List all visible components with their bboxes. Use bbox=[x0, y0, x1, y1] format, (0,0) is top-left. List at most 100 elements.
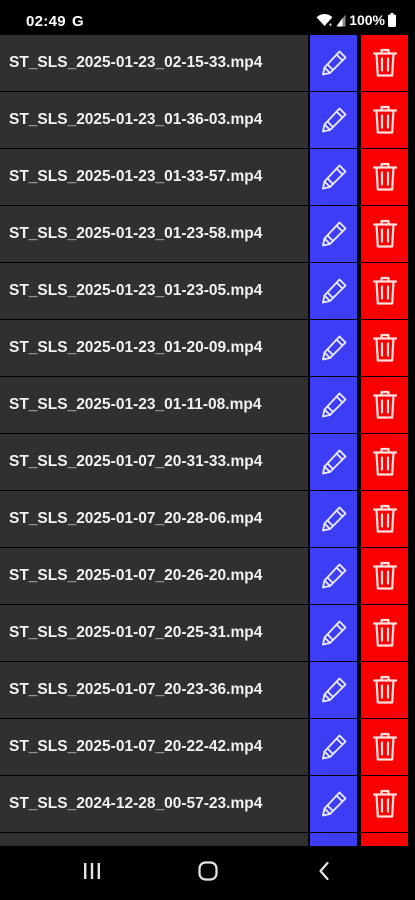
file-list[interactable]: ST_SLS_2025-01-23_02-15-33.mp4 ST_SLS_202… bbox=[0, 35, 415, 846]
pencil-icon bbox=[318, 161, 350, 193]
status-time: 02:49 bbox=[26, 13, 66, 30]
wifi-icon: + bbox=[316, 13, 333, 27]
file-row[interactable]: ST_SLS_2025-01-23_01-23-05.mp4 bbox=[0, 263, 415, 320]
delete-button[interactable] bbox=[361, 605, 408, 661]
delete-button[interactable] bbox=[361, 320, 408, 376]
delete-button[interactable] bbox=[361, 377, 408, 433]
edit-button[interactable] bbox=[310, 719, 357, 775]
file-name[interactable]: ST_SLS_2024-12-28_00-57-23.mp4 bbox=[0, 776, 308, 832]
pencil-icon bbox=[318, 332, 350, 364]
file-row[interactable] bbox=[0, 833, 415, 846]
delete-button[interactable] bbox=[361, 491, 408, 547]
edit-button[interactable] bbox=[310, 662, 357, 718]
file-name[interactable]: ST_SLS_2025-01-23_01-33-57.mp4 bbox=[0, 149, 308, 205]
file-name[interactable]: ST_SLS_2025-01-23_01-20-09.mp4 bbox=[0, 320, 308, 376]
trash-icon bbox=[372, 162, 398, 192]
pencil-icon bbox=[318, 104, 350, 136]
trash-icon bbox=[372, 219, 398, 249]
pencil-icon bbox=[318, 47, 350, 79]
pencil-icon bbox=[318, 218, 350, 250]
file-row[interactable]: ST_SLS_2025-01-23_01-23-58.mp4 bbox=[0, 206, 415, 263]
recents-icon bbox=[82, 862, 102, 885]
recents-button[interactable] bbox=[62, 846, 122, 900]
edit-button[interactable] bbox=[310, 491, 357, 547]
trash-icon bbox=[372, 390, 398, 420]
file-row[interactable]: ST_SLS_2025-01-23_01-11-08.mp4 bbox=[0, 377, 415, 434]
file-name[interactable]: ST_SLS_2025-01-23_01-36-03.mp4 bbox=[0, 92, 308, 148]
delete-button[interactable] bbox=[361, 662, 408, 718]
edit-button[interactable] bbox=[310, 833, 357, 846]
file-row[interactable]: ST_SLS_2024-12-28_00-57-23.mp4 bbox=[0, 776, 415, 833]
file-name[interactable]: ST_SLS_2025-01-07_20-26-20.mp4 bbox=[0, 548, 308, 604]
trash-icon bbox=[372, 618, 398, 648]
edit-button[interactable] bbox=[310, 149, 357, 205]
edit-button[interactable] bbox=[310, 206, 357, 262]
file-name[interactable]: ST_SLS_2025-01-07_20-23-36.mp4 bbox=[0, 662, 308, 718]
delete-button[interactable] bbox=[361, 719, 408, 775]
file-row[interactable]: ST_SLS_2025-01-07_20-25-31.mp4 bbox=[0, 605, 415, 662]
trash-icon bbox=[372, 561, 398, 591]
file-name[interactable]: ST_SLS_2025-01-23_02-15-33.mp4 bbox=[0, 35, 308, 91]
delete-button[interactable] bbox=[361, 92, 408, 148]
trash-icon bbox=[372, 333, 398, 363]
delete-button[interactable] bbox=[361, 833, 408, 846]
file-name[interactable]: ST_SLS_2025-01-23_01-23-58.mp4 bbox=[0, 206, 308, 262]
file-row[interactable]: ST_SLS_2025-01-07_20-31-33.mp4 bbox=[0, 434, 415, 491]
trash-icon bbox=[372, 48, 398, 78]
file-row[interactable]: ST_SLS_2025-01-23_01-20-09.mp4 bbox=[0, 320, 415, 377]
home-button[interactable] bbox=[178, 846, 238, 900]
edit-button[interactable] bbox=[310, 434, 357, 490]
file-row[interactable]: ST_SLS_2025-01-07_20-28-06.mp4 bbox=[0, 491, 415, 548]
file-name[interactable]: ST_SLS_2025-01-23_01-11-08.mp4 bbox=[0, 377, 308, 433]
delete-button[interactable] bbox=[361, 776, 408, 832]
delete-button[interactable] bbox=[361, 149, 408, 205]
delete-button[interactable] bbox=[361, 434, 408, 490]
file-name[interactable]: ST_SLS_2025-01-23_01-23-05.mp4 bbox=[0, 263, 308, 319]
delete-button[interactable] bbox=[361, 263, 408, 319]
edit-button[interactable] bbox=[310, 92, 357, 148]
delete-button[interactable] bbox=[361, 206, 408, 262]
edit-button[interactable] bbox=[310, 320, 357, 376]
trash-icon bbox=[372, 732, 398, 762]
back-icon bbox=[317, 861, 331, 886]
pencil-icon bbox=[318, 503, 350, 535]
trash-icon bbox=[372, 504, 398, 534]
file-row[interactable]: ST_SLS_2025-01-07_20-23-36.mp4 bbox=[0, 662, 415, 719]
file-name[interactable]: ST_SLS_2025-01-07_20-28-06.mp4 bbox=[0, 491, 308, 547]
edit-button[interactable] bbox=[310, 377, 357, 433]
pencil-icon bbox=[318, 674, 350, 706]
file-row[interactable]: ST_SLS_2025-01-23_02-15-33.mp4 bbox=[0, 35, 415, 92]
file-name[interactable] bbox=[0, 833, 308, 846]
pencil-icon bbox=[318, 446, 350, 478]
status-bar: 02:49 G + 100% bbox=[0, 0, 415, 35]
file-row[interactable]: ST_SLS_2025-01-07_20-22-42.mp4 bbox=[0, 719, 415, 776]
file-row[interactable]: ST_SLS_2025-01-07_20-26-20.mp4 bbox=[0, 548, 415, 605]
edit-button[interactable] bbox=[310, 35, 357, 91]
edit-button[interactable] bbox=[310, 605, 357, 661]
trash-icon bbox=[372, 675, 398, 705]
battery-icon bbox=[388, 13, 396, 27]
status-icons: + 100% bbox=[316, 12, 396, 28]
navigation-bar bbox=[0, 846, 415, 900]
file-name[interactable]: ST_SLS_2025-01-07_20-22-42.mp4 bbox=[0, 719, 308, 775]
delete-button[interactable] bbox=[361, 35, 408, 91]
trash-icon bbox=[372, 789, 398, 819]
google-indicator: G bbox=[72, 13, 84, 30]
file-row[interactable]: ST_SLS_2025-01-23_01-33-57.mp4 bbox=[0, 149, 415, 206]
delete-button[interactable] bbox=[361, 548, 408, 604]
back-button[interactable] bbox=[294, 846, 354, 900]
edit-button[interactable] bbox=[310, 776, 357, 832]
svg-text:+: + bbox=[328, 23, 332, 27]
battery-percent: 100% bbox=[349, 12, 385, 28]
file-row[interactable]: ST_SLS_2025-01-23_01-36-03.mp4 bbox=[0, 92, 415, 149]
file-name[interactable]: ST_SLS_2025-01-07_20-25-31.mp4 bbox=[0, 605, 308, 661]
edit-button[interactable] bbox=[310, 263, 357, 319]
pencil-icon bbox=[318, 389, 350, 421]
file-name[interactable]: ST_SLS_2025-01-07_20-31-33.mp4 bbox=[0, 434, 308, 490]
pencil-icon bbox=[318, 731, 350, 763]
pencil-icon bbox=[318, 788, 350, 820]
edit-button[interactable] bbox=[310, 548, 357, 604]
trash-icon bbox=[372, 276, 398, 306]
trash-icon bbox=[372, 447, 398, 477]
pencil-icon bbox=[318, 275, 350, 307]
